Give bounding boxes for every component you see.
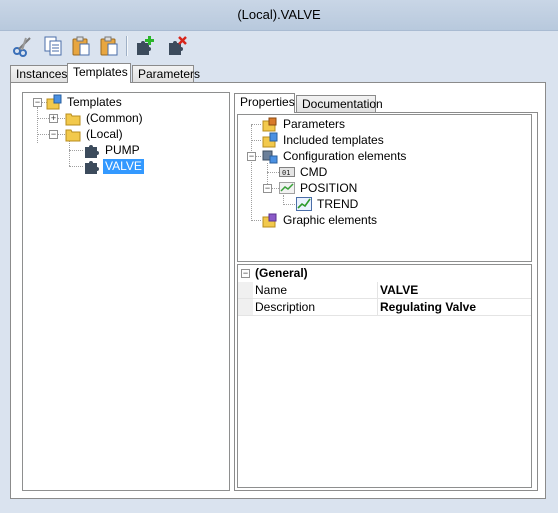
tree-node-valve[interactable]: VALVE [84,158,144,174]
svg-text:01: 01 [282,169,290,177]
trend-icon [296,197,312,211]
collapse-position-toggle[interactable]: − [263,184,272,193]
configuration-icon [262,150,278,164]
templates-folder-icon [46,94,62,110]
paste-special-button[interactable] [96,34,122,58]
graphic-elements-icon [262,213,277,228]
property-row-description[interactable]: Description Regulating Valve [238,299,531,316]
tab-parameters[interactable]: Parameters [132,65,200,82]
tree-node-pump[interactable]: PUMP [84,142,142,158]
add-template-button[interactable] [132,34,158,58]
expand-common-toggle[interactable]: + [49,114,58,123]
delete-template-button[interactable] [164,34,190,58]
structure-label-graphic-elements: Graphic elements [283,212,378,227]
tree-node-templates[interactable]: Templates [46,94,124,110]
templates-folder-icon [262,132,278,148]
toolbar [8,31,548,61]
structure-label-included-templates: Included templates [283,132,384,147]
template-tree[interactable]: − Templates + (Common) − (Local) PUMP VA… [22,92,230,491]
cut-button[interactable] [10,34,36,58]
tab-properties[interactable]: Properties [234,93,295,113]
structure-label-position: POSITION [300,180,358,195]
digital-value-icon: 01 [279,167,295,177]
structure-label-configuration-elements: Configuration elements [283,148,407,163]
property-group-label: (General) [255,266,308,280]
puzzle-delete-icon [169,36,187,55]
structure-node-included-templates[interactable]: Included templates [262,132,386,148]
scissors-icon [13,37,31,57]
window-title: (Local).VALVE [0,0,558,31]
tree-node-local[interactable]: (Local) [65,126,125,142]
template-editor-window: (Local).VALVE Instances Templates Parame… [0,0,558,513]
copy-button[interactable] [40,34,66,58]
tab-instances[interactable]: Instances [10,65,68,82]
structure-label-trend: TREND [317,196,359,211]
structure-node-graphic-elements[interactable]: Graphic elements [262,212,379,228]
parameters-icon [262,117,277,132]
collapse-general-toggle[interactable]: − [241,269,250,278]
tab-documentation[interactable]: Documentation [296,95,383,112]
property-group-general[interactable]: − (General) [238,265,531,282]
property-description-value[interactable]: Regulating Valve [380,299,476,315]
paste-icon [72,36,90,56]
structure-label-parameters: Parameters [283,116,346,131]
toolbar-separator [126,36,128,56]
puzzle-add-icon [137,36,154,55]
structure-node-configuration-elements[interactable]: Configuration elements [262,148,408,164]
property-row-name[interactable]: Name VALVE [238,282,531,299]
folder-open-icon [65,129,81,142]
collapse-configuration-toggle[interactable]: − [247,152,256,161]
tree-label-local: (Local) [86,126,123,141]
paste-icon [100,36,118,56]
puzzle-piece-icon [85,161,99,174]
analog-value-icon [279,182,295,194]
puzzle-piece-icon [85,145,99,158]
tree-node-common[interactable]: (Common) [65,110,145,126]
property-name-value[interactable]: VALVE [380,282,418,298]
property-grid: − (General) Name VALVE Description Regul… [237,264,532,488]
tree-label-templates: Templates [67,94,122,109]
collapse-templates-toggle[interactable]: − [33,98,42,107]
template-structure-tree[interactable]: Parameters Included templates − Configur… [237,114,532,262]
paste-button[interactable] [68,34,94,58]
tree-label-pump: PUMP [105,142,140,157]
tree-label-valve: VALVE [103,158,144,174]
collapse-local-toggle[interactable]: − [49,130,58,139]
copy-icon [44,36,62,56]
property-description-label: Description [255,299,378,315]
structure-label-cmd: CMD [300,164,328,179]
structure-node-parameters[interactable]: Parameters [262,116,347,132]
folder-icon [65,113,81,126]
structure-node-trend[interactable]: TREND [296,196,360,212]
structure-node-cmd[interactable]: 01 CMD [279,164,329,180]
property-name-label: Name [255,282,378,298]
structure-node-position[interactable]: POSITION [279,180,359,196]
tab-templates[interactable]: Templates [67,63,131,83]
tree-label-common: (Common) [86,110,143,125]
